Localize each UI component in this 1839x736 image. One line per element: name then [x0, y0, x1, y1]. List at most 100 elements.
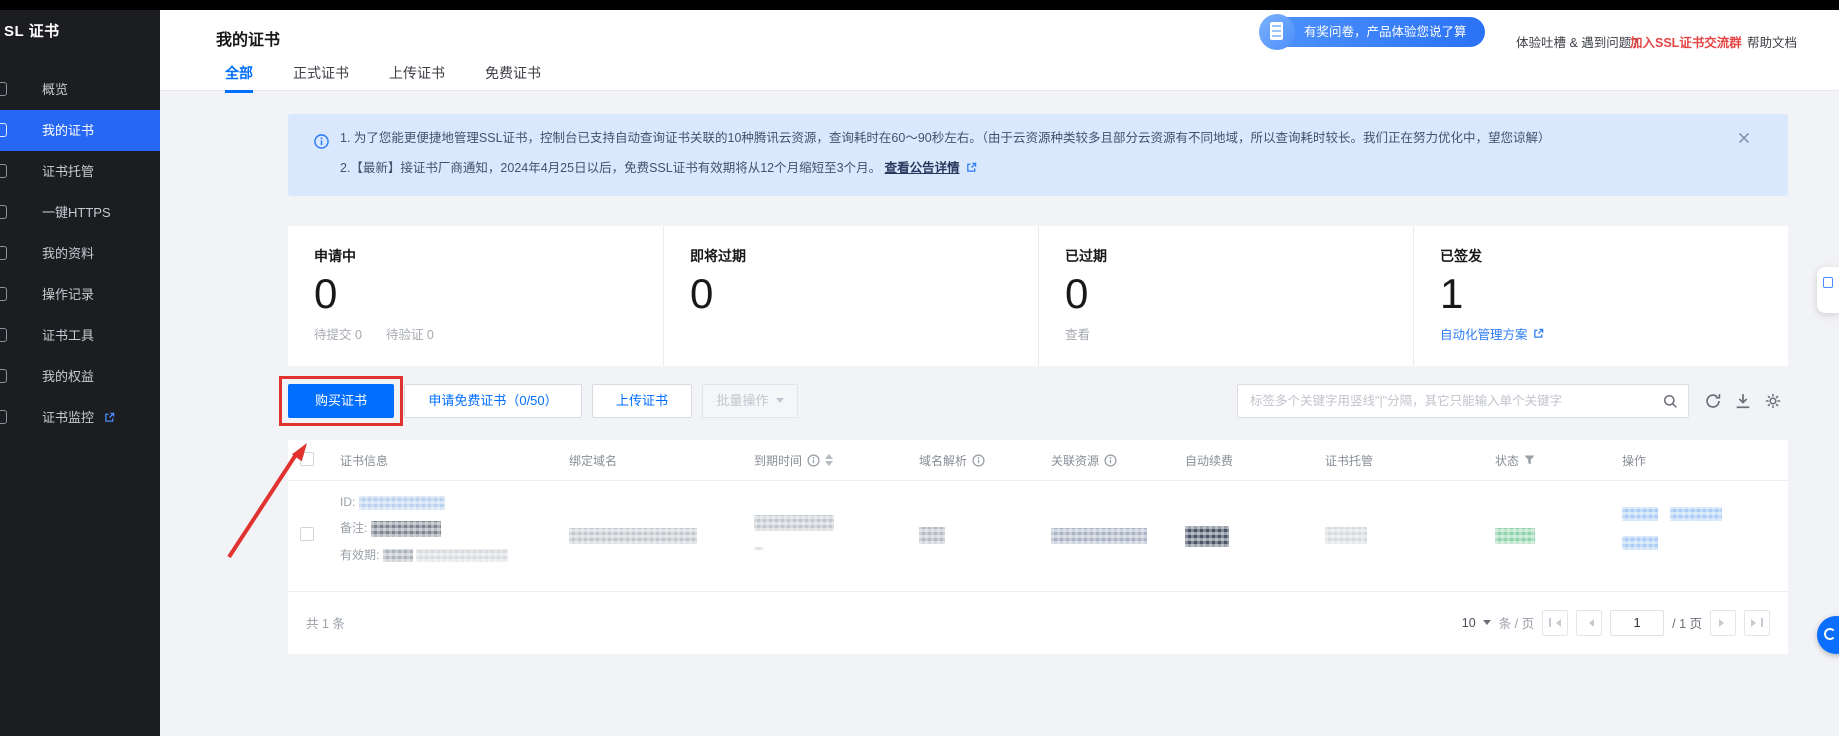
- refresh-icon[interactable]: [1705, 393, 1721, 409]
- sidebar-item-cert-hosting[interactable]: 证书托管: [0, 151, 160, 192]
- stat-sub-pending-submit: 待提交 0: [314, 324, 362, 343]
- search-box: [1237, 384, 1689, 418]
- stat-card-applying: 申请中 0 待提交 0 待验证 0: [288, 226, 663, 366]
- last-page-button[interactable]: [1744, 610, 1770, 636]
- info-icon[interactable]: [807, 454, 820, 467]
- tab-bar: 全部 正式证书 上传证书 免费证书: [225, 63, 541, 93]
- stat-label: 申请中: [314, 246, 663, 266]
- cert-validity-label: 有效期:: [340, 548, 379, 562]
- page-size-value: 10: [1462, 616, 1476, 630]
- feedback-float-tab[interactable]: [1817, 267, 1839, 313]
- prev-page-button[interactable]: [1576, 610, 1602, 636]
- survey-label: 有奖问卷，产品体验您说了算: [1304, 25, 1467, 39]
- external-link-icon: [104, 412, 115, 423]
- download-icon[interactable]: [1735, 393, 1751, 409]
- redacted-resource: [1051, 528, 1147, 544]
- sidebar-item-label: 概览: [42, 82, 68, 97]
- sidebar-item-overview[interactable]: 概览: [0, 69, 160, 110]
- annotation-highlight-box: [279, 376, 403, 426]
- redacted-action-link[interactable]: [1622, 507, 1658, 521]
- column-header-hosting: 证书托管: [1325, 452, 1373, 469]
- sidebar-item-label: 证书工具: [42, 328, 94, 343]
- sidebar-item-label: 证书托管: [42, 164, 94, 179]
- stat-card-expiring-soon: 即将过期 0: [663, 226, 1038, 366]
- apply-free-certificate-button[interactable]: 申请免费证书（0/50）: [404, 384, 582, 418]
- info-icon: [314, 134, 329, 149]
- pagination-bar: 共 1 条 10 条 / 页 / 1 页: [288, 592, 1788, 653]
- batch-operation-button[interactable]: 批量操作: [702, 384, 798, 418]
- view-expired-link[interactable]: 查看: [1065, 324, 1090, 343]
- tools-icon: [0, 328, 7, 342]
- row-checkbox[interactable]: [300, 527, 314, 541]
- page-number-input[interactable]: [1610, 610, 1664, 636]
- stat-value: 0: [314, 272, 663, 316]
- tab-paid-certs[interactable]: 正式证书: [293, 63, 349, 93]
- external-link-icon: [966, 162, 977, 173]
- upload-certificate-button[interactable]: 上传证书: [592, 384, 692, 418]
- redacted-validity: [383, 549, 413, 562]
- sidebar-item-operation-log[interactable]: 操作记录: [0, 274, 160, 315]
- column-header-actions: 操作: [1622, 452, 1646, 469]
- sidebar-item-cert-monitor[interactable]: 证书监控: [0, 397, 160, 438]
- stat-sub: 待提交 0 待验证 0: [314, 324, 434, 343]
- status-badge: [1495, 528, 1535, 544]
- batch-operation-label: 批量操作: [716, 393, 768, 408]
- info-icon[interactable]: [1104, 454, 1117, 467]
- stat-sub-pending-verify: 待验证 0: [386, 324, 434, 343]
- stat-value: 0: [1065, 272, 1413, 316]
- tab-all[interactable]: 全部: [225, 63, 253, 93]
- filter-icon[interactable]: [1524, 455, 1535, 465]
- page-title: 我的证书: [216, 26, 280, 50]
- redacted-cert-id: [359, 496, 445, 510]
- sidebar-item-my-profile[interactable]: 我的资料: [0, 233, 160, 274]
- page-size-select[interactable]: 10: [1462, 616, 1491, 630]
- column-header-bound-domain: 绑定域名: [569, 452, 617, 469]
- cert-id-label: ID:: [340, 495, 355, 509]
- sidebar-item-my-benefits[interactable]: 我的权益: [0, 356, 160, 397]
- page-size-unit: 条 / 页: [1499, 613, 1534, 632]
- chevron-down-icon: [1483, 620, 1491, 629]
- gear-icon[interactable]: [1765, 393, 1781, 409]
- cert-remark-label: 备注:: [340, 521, 367, 535]
- sidebar-item-cert-tools[interactable]: 证书工具: [0, 315, 160, 356]
- page-header: 我的证书 全部 正式证书 上传证书 免费证书 有奖问卷，产品体验您说了算 体验吐…: [160, 10, 1839, 91]
- help-doc-link[interactable]: 帮助文档: [1747, 32, 1797, 51]
- first-page-button[interactable]: [1542, 610, 1568, 636]
- sidebar-menu: 概览 我的证书 证书托管 一键HTTPS 我的资料 操作记录 证书工具 我的权益…: [0, 69, 160, 438]
- survey-banner-button[interactable]: 有奖问卷，产品体验您说了算: [1262, 17, 1485, 47]
- help-float-button[interactable]: [1817, 616, 1839, 654]
- stat-value: 0: [690, 272, 1038, 316]
- sidebar: SL 证书 概览 我的证书 证书托管 一键HTTPS 我的资料 操作记录 证书工…: [0, 10, 160, 736]
- redacted-auto-renew-toggle: [1185, 526, 1229, 547]
- info-icon[interactable]: [972, 454, 985, 467]
- redacted-action-link[interactable]: [1622, 536, 1658, 550]
- overview-icon: [0, 82, 7, 96]
- sort-icon[interactable]: [825, 450, 833, 470]
- select-all-checkbox[interactable]: [300, 452, 314, 466]
- close-icon[interactable]: [1738, 132, 1750, 144]
- redacted-expiry-extra: [754, 547, 763, 550]
- notice-banner: 1. 为了您能更便捷地管理SSL证书，控制台已支持自动查询证书关联的10种腾讯云…: [288, 114, 1788, 196]
- certificate-table: 证书信息 绑定域名 到期时间 域名解析 关联资源 自动续费 证书托管 状态 操作: [288, 440, 1788, 654]
- redacted-remark: [371, 521, 441, 537]
- total-count: 共 1 条: [306, 613, 345, 632]
- sidebar-item-one-click-https[interactable]: 一键HTTPS: [0, 192, 160, 233]
- notice-line-2-text: 2.【最新】接证书厂商通知，2024年4月25日以后，免费SSL证书有效期将从1…: [340, 161, 881, 175]
- external-link-icon: [1533, 328, 1544, 339]
- tab-uploaded-certs[interactable]: 上传证书: [389, 63, 445, 93]
- search-input[interactable]: [1248, 386, 1643, 416]
- redacted-action-link[interactable]: [1670, 507, 1722, 521]
- automation-plan-link[interactable]: 自动化管理方案: [1440, 324, 1544, 343]
- hosting-icon: [0, 164, 7, 178]
- next-page-button[interactable]: [1710, 610, 1736, 636]
- redacted-dns-status: [919, 527, 945, 544]
- notice-line-2: 2.【最新】接证书厂商通知，2024年4月25日以后，免费SSL证书有效期将从1…: [340, 157, 977, 176]
- search-icon[interactable]: [1663, 394, 1678, 409]
- join-group-link[interactable]: 加入SSL证书交流群: [1630, 32, 1742, 51]
- stat-label: 已过期: [1065, 246, 1413, 266]
- sidebar-item-my-certificates[interactable]: 我的证书: [0, 110, 160, 151]
- announcement-link[interactable]: 查看公告详情: [885, 161, 960, 175]
- tab-free-certs[interactable]: 免费证书: [485, 63, 541, 93]
- sidebar-title: SL 证书: [4, 20, 60, 41]
- sidebar-item-label: 一键HTTPS: [42, 205, 111, 220]
